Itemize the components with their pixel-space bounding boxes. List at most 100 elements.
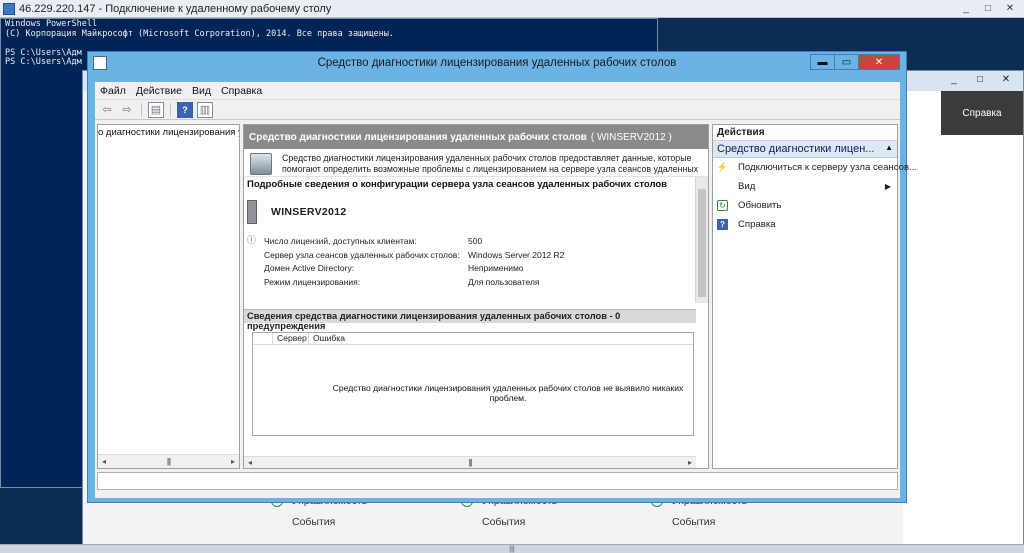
menu-view[interactable]: Вид	[192, 85, 211, 97]
scroll-thumb[interactable]	[698, 189, 706, 297]
sm-maximize-button[interactable]: □	[969, 74, 991, 88]
results-server: ( WINSERV2012 )	[590, 131, 672, 143]
sm-minimize-button[interactable]: _	[943, 74, 965, 88]
help-icon[interactable]: ?	[177, 101, 193, 118]
results-pane: Средство диагностики лицензирования удал…	[243, 124, 709, 469]
window-title: Средство диагностики лицензирования удал…	[317, 57, 677, 69]
server-icon	[247, 200, 257, 224]
scroll-right-arrow-icon[interactable]: ▸	[684, 458, 696, 467]
rdp-title: 46.229.220.147 - Подключение к удаленном…	[19, 2, 332, 15]
actions-heading: Действия	[713, 125, 897, 141]
server-properties: ⓘ Число лицензий, доступных клиентам: 500…	[244, 235, 708, 291]
minimize-button[interactable]: ▬	[810, 54, 835, 70]
action-connect[interactable]: ⚡ Подключиться к серверу узла сеансов...	[713, 158, 917, 177]
grid-empty-message: Средство диагностики лицензирования удал…	[332, 383, 684, 403]
action-view-label: Вид	[738, 181, 756, 192]
property-row: Режим лицензирования: Для пользователя	[264, 277, 708, 291]
property-key: Домен Active Directory:	[264, 263, 355, 273]
ps-line-2: (C) Корпорация Майкрософт (Microsoft Cor…	[5, 28, 394, 39]
toolbar-separator	[170, 102, 171, 117]
problems-grid[interactable]: Сервер Ошибка Средство диагностики лицен…	[252, 332, 694, 436]
action-connect-label: Подключиться к серверу узла сеансов...	[738, 162, 918, 173]
property-value: Для пользователя	[468, 276, 540, 287]
action-help[interactable]: ? Справка	[713, 215, 897, 234]
tile-events-label: События	[482, 515, 526, 528]
refresh-icon: ↻	[717, 200, 728, 211]
maximize-button[interactable]: ▭	[834, 54, 859, 70]
property-value: 500	[468, 236, 483, 246]
diagnoser-icon	[250, 153, 272, 175]
results-header: Средство диагностики лицензирования удал…	[244, 125, 708, 149]
results-horizontal-scrollbar[interactable]: ◂ ||| ▸	[244, 456, 696, 468]
grid-col-error[interactable]: Ошибка	[309, 333, 345, 344]
remote-desktop: Windows PowerShell (C) Корпорация Майкро…	[0, 18, 1024, 553]
tile-events-label: События	[292, 515, 336, 528]
action-help-label: Справка	[738, 219, 776, 230]
bottom-scroll-strip[interactable]: |||	[0, 544, 1024, 553]
tree-item-licensing-diagnoser[interactable]: о диагностики лицензирования у	[98, 125, 239, 138]
server-entry: WINSERV2012	[244, 192, 708, 224]
show-hide-console-tree-icon[interactable]: ▤	[148, 101, 164, 118]
scroll-thumb-grip[interactable]: |||	[509, 546, 514, 553]
console-tree[interactable]: о диагностики лицензирования у ◂ ||| ▸	[97, 124, 240, 469]
forward-arrow-icon[interactable]: ⇨	[119, 102, 135, 118]
window-titlebar: Средство диагностики лицензирования удал…	[88, 52, 906, 74]
licensing-diagnoser-window[interactable]: Средство диагностики лицензирования удал…	[87, 51, 917, 503]
status-bar	[97, 472, 898, 490]
action-view[interactable]: Вид ▶	[713, 177, 897, 196]
close-button[interactable]: ✕	[858, 54, 900, 70]
action-refresh-label: Обновить	[738, 200, 782, 211]
property-row: Домен Active Directory: Неприменимо	[264, 263, 708, 277]
server-name: WINSERV2012	[271, 206, 347, 218]
menu-action[interactable]: Действие	[136, 85, 182, 97]
sm-help-button[interactable]: Справка	[941, 91, 1023, 135]
rdp-close-button[interactable]: ✕	[1000, 2, 1020, 15]
scroll-right-arrow-icon[interactable]: ▸	[227, 457, 239, 466]
rdp-titlebar: 46.229.220.147 - Подключение к удаленном…	[0, 0, 1024, 18]
scroll-thumb-grip[interactable]: |||	[110, 457, 227, 466]
toolbar-separator	[141, 102, 142, 117]
intro-text: Средство диагностики лицензирования удал…	[282, 153, 699, 174]
config-vertical-scrollbar[interactable]	[695, 177, 708, 303]
ps-line-1: Windows PowerShell	[5, 19, 98, 29]
plug-icon: ⚡	[716, 162, 729, 172]
intro-panel: Средство диагностики лицензирования удал…	[244, 149, 708, 177]
window-client-area: Файл Действие Вид Справка ⇦ ⇨ ▤ ? ▥ о ди…	[95, 82, 917, 498]
rdp-app-icon	[3, 2, 15, 15]
menu-file[interactable]: Файл	[100, 85, 126, 97]
menu-help[interactable]: Справка	[221, 85, 262, 97]
ps-line-4: PS C:\Users\Адм	[5, 47, 82, 58]
back-arrow-icon[interactable]: ⇦	[99, 102, 115, 118]
action-refresh[interactable]: ↻ Обновить	[713, 196, 897, 215]
help-icon: ?	[717, 219, 728, 230]
grid-col-icon	[253, 333, 273, 344]
tree-horizontal-scrollbar[interactable]: ◂ ||| ▸	[98, 454, 239, 468]
rdp-minimize-button[interactable]: _	[956, 2, 976, 15]
results-title: Средство диагностики лицензирования удал…	[249, 131, 587, 143]
window-controls: ▬ ▭ ✕	[810, 54, 900, 70]
grid-col-server[interactable]: Сервер	[273, 333, 309, 344]
menu-bar: Файл Действие Вид Справка	[95, 82, 900, 100]
grid-header: Сервер Ошибка	[253, 333, 693, 345]
rdp-maximize-button[interactable]: □	[978, 2, 998, 15]
scroll-thumb-grip[interactable]: |||	[256, 458, 684, 467]
submenu-arrow-icon: ▶	[884, 182, 891, 191]
scroll-left-arrow-icon[interactable]: ◂	[98, 457, 110, 466]
tile-events-row[interactable]: События	[457, 511, 635, 532]
property-row: Число лицензий, доступных клиентам: 500	[264, 236, 708, 250]
toolbar: ⇦ ⇨ ▤ ? ▥	[95, 100, 900, 120]
actions-pane: Действия Средство диагностики лицен... ▲…	[712, 124, 917, 469]
tile-events-row[interactable]: События	[267, 511, 445, 532]
warnings-heading: Сведения средства диагностики лицензиров…	[244, 309, 696, 331]
ps-line-5: PS C:\Users\Адм	[5, 57, 82, 67]
actions-section-title: Средство диагностики лицен...	[717, 143, 875, 155]
actions-section-header[interactable]: Средство диагностики лицен... ▲	[713, 141, 897, 158]
property-value: Windows Server 2012 R2	[468, 249, 565, 260]
show-hide-action-pane-icon[interactable]: ▥	[197, 101, 213, 118]
collapse-up-icon[interactable]: ▲	[885, 143, 893, 152]
blank-icon	[717, 181, 728, 192]
property-key: Режим лицензирования:	[264, 276, 361, 287]
scroll-left-arrow-icon[interactable]: ◂	[244, 458, 256, 467]
sm-close-button[interactable]: ✕	[995, 74, 1017, 88]
tile-events-row[interactable]: События	[647, 511, 825, 532]
